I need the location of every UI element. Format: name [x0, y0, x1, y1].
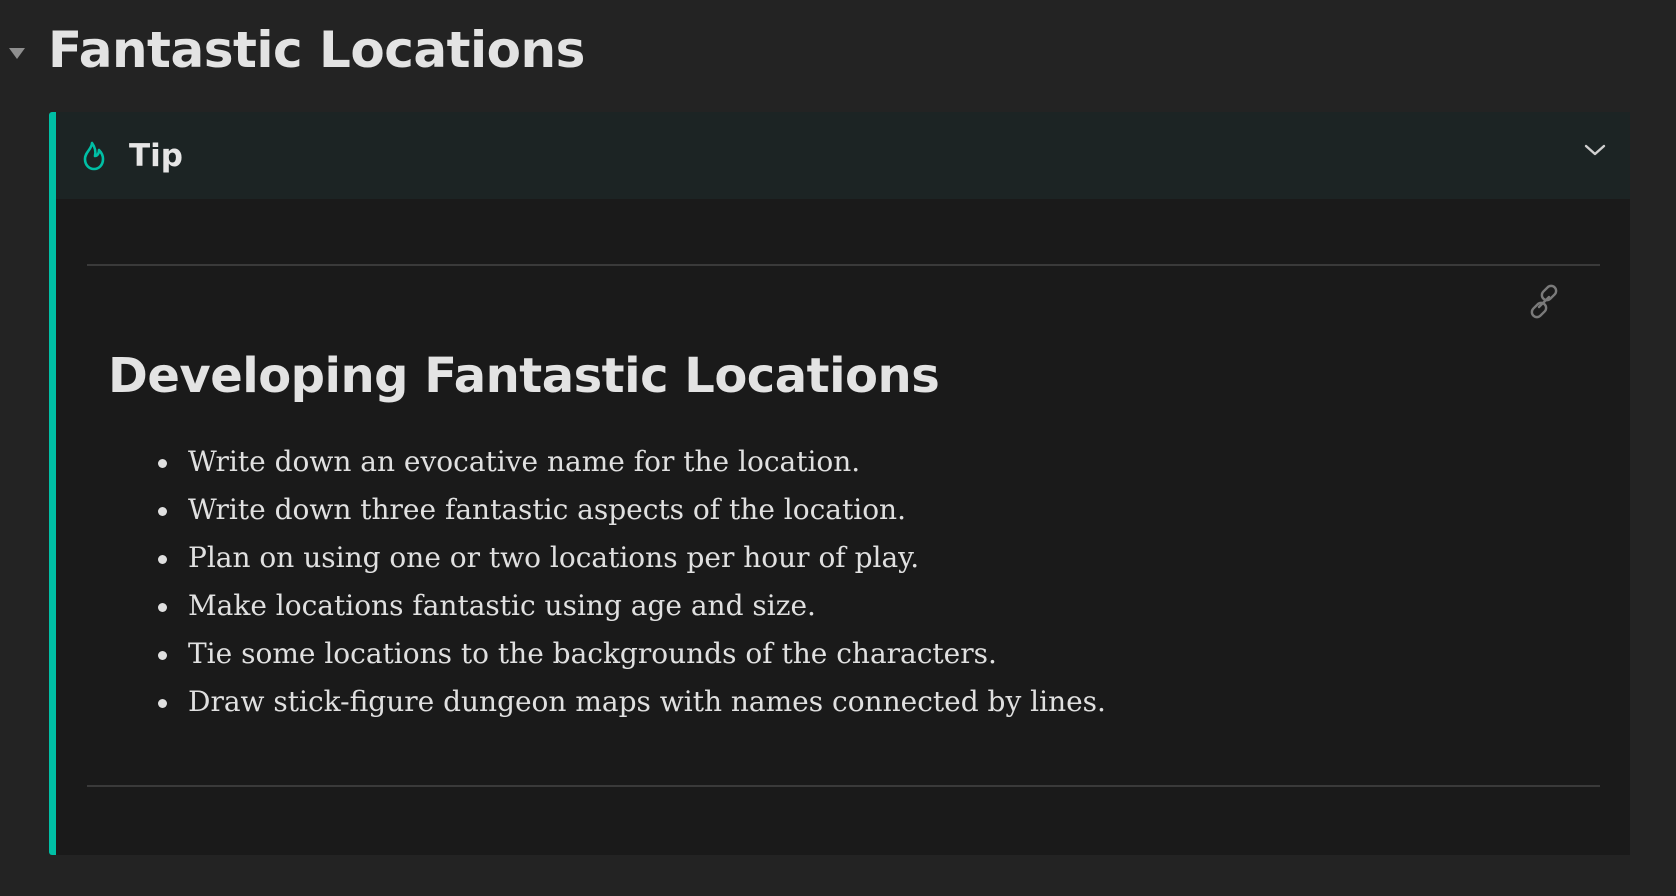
page-heading-row: Fantastic Locations	[0, 0, 1676, 104]
tip-callout: Tip Developing Fantastic Locations Write…	[49, 112, 1630, 855]
link-icon[interactable]	[1526, 284, 1562, 320]
list-item: Plan on using one or two locations per h…	[158, 534, 1106, 582]
horizontal-rule	[87, 785, 1600, 787]
list-item: Draw stick-figure dungeon maps with name…	[158, 678, 1106, 726]
chevron-down-icon[interactable]	[1584, 142, 1606, 158]
page-title: Fantastic Locations	[48, 21, 585, 79]
callout-title: Tip	[129, 138, 183, 174]
list-item: Write down an evocative name for the loc…	[158, 438, 1106, 486]
list-item: Make locations fantastic using age and s…	[158, 582, 1106, 630]
list-item: Write down three fantastic aspects of th…	[158, 486, 1106, 534]
bullet-list: Write down an evocative name for the loc…	[158, 438, 1106, 726]
collapse-triangle-icon[interactable]	[9, 48, 25, 59]
horizontal-rule	[87, 264, 1600, 266]
callout-header[interactable]: Tip	[56, 112, 1630, 199]
list-item: Tie some locations to the backgrounds of…	[158, 630, 1106, 678]
section-heading: Developing Fantastic Locations	[108, 348, 940, 404]
flame-icon	[80, 141, 108, 171]
